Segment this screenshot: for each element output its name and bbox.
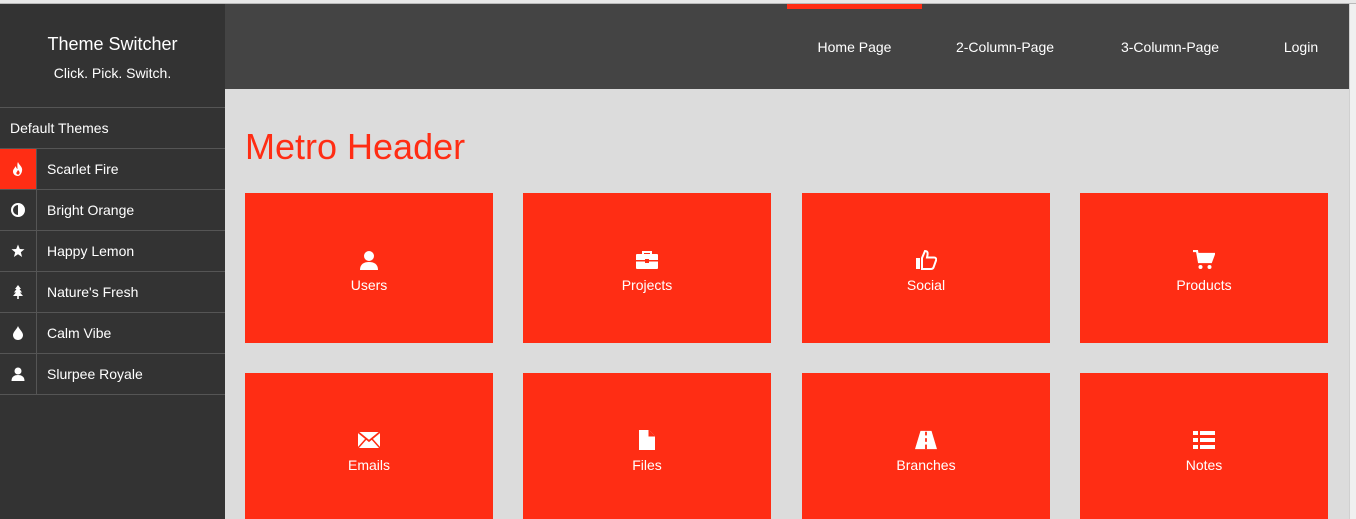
file-icon bbox=[636, 429, 658, 451]
theme-item-calm-vibe[interactable]: Calm Vibe bbox=[0, 313, 225, 354]
nav-login[interactable]: Login bbox=[1270, 4, 1332, 89]
nav-3col-label: 3-Column-Page bbox=[1120, 38, 1220, 55]
theme-item-label: Bright Orange bbox=[47, 202, 135, 218]
theme-item-natures-fresh[interactable]: Nature's Fresh bbox=[0, 272, 225, 313]
envelope-icon bbox=[358, 429, 380, 451]
nav-2-column-page[interactable]: 2-Column-Page bbox=[940, 4, 1070, 89]
tile-label: Social bbox=[906, 277, 946, 293]
tile-projects[interactable]: Projects bbox=[523, 193, 771, 343]
cart-icon bbox=[1193, 249, 1215, 271]
tile-label: Notes bbox=[1185, 457, 1223, 473]
tile-label: Products bbox=[1176, 277, 1232, 293]
theme-item-label: Calm Vibe bbox=[47, 325, 112, 341]
fire-icon bbox=[0, 149, 37, 189]
tile-label: Branches bbox=[896, 457, 956, 473]
half-circle-icon bbox=[0, 190, 37, 230]
top-navigation: Home Page 2-Column-Page 3-Column-Page Lo… bbox=[225, 4, 1349, 89]
page-title: Metro Header bbox=[245, 126, 466, 167]
nav-3-column-page[interactable]: 3-Column-Page bbox=[1105, 4, 1235, 89]
tile-label: Emails bbox=[347, 457, 390, 473]
tree-icon bbox=[0, 272, 37, 312]
theme-item-label: Nature's Fresh bbox=[47, 284, 139, 300]
brand: Theme Switcher Click. Pick. Switch. bbox=[0, 4, 225, 108]
tile-emails[interactable]: Emails bbox=[245, 373, 493, 519]
nav-home-label: Home Page bbox=[817, 38, 892, 55]
nav-login-label: Login bbox=[1283, 38, 1319, 55]
list-icon bbox=[1193, 429, 1215, 451]
brand-tagline: Click. Pick. Switch. bbox=[53, 65, 172, 81]
sidebar: Theme Switcher Click. Pick. Switch. Defa… bbox=[0, 4, 225, 519]
theme-item-slurpee-royale[interactable]: Slurpee Royale bbox=[0, 354, 225, 395]
theme-item-bright-orange[interactable]: Bright Orange bbox=[0, 190, 225, 231]
tile-social[interactable]: Social bbox=[802, 193, 1050, 343]
page-scrollbar[interactable] bbox=[1349, 4, 1356, 519]
user-icon bbox=[0, 354, 37, 394]
tile-notes[interactable]: Notes bbox=[1080, 373, 1328, 519]
user-icon bbox=[358, 249, 380, 271]
theme-item-label: Slurpee Royale bbox=[47, 366, 143, 382]
active-indicator bbox=[787, 4, 922, 9]
tile-files[interactable]: Files bbox=[523, 373, 771, 519]
theme-item-label: Happy Lemon bbox=[47, 243, 135, 259]
drop-icon bbox=[0, 313, 37, 353]
briefcase-icon bbox=[636, 249, 658, 271]
thumbs-up-icon bbox=[915, 249, 937, 271]
road-icon bbox=[915, 429, 937, 451]
tile-label: Projects bbox=[621, 277, 673, 293]
tile-products[interactable]: Products bbox=[1080, 193, 1328, 343]
default-themes-label: Default Themes bbox=[0, 108, 225, 149]
tile-branches[interactable]: Branches bbox=[802, 373, 1050, 519]
nav-2col-label: 2-Column-Page bbox=[955, 38, 1055, 55]
tile-label: Files bbox=[632, 457, 662, 473]
theme-item-happy-lemon[interactable]: Happy Lemon bbox=[0, 231, 225, 272]
nav-home-page[interactable]: Home Page bbox=[787, 4, 922, 89]
brand-title: Theme Switcher bbox=[47, 34, 178, 54]
star-icon bbox=[0, 231, 37, 271]
tile-users[interactable]: Users bbox=[245, 193, 493, 343]
theme-item-label: Scarlet Fire bbox=[47, 161, 119, 177]
tile-label: Users bbox=[350, 277, 388, 293]
theme-item-scarlet-fire[interactable]: Scarlet Fire bbox=[0, 149, 225, 190]
